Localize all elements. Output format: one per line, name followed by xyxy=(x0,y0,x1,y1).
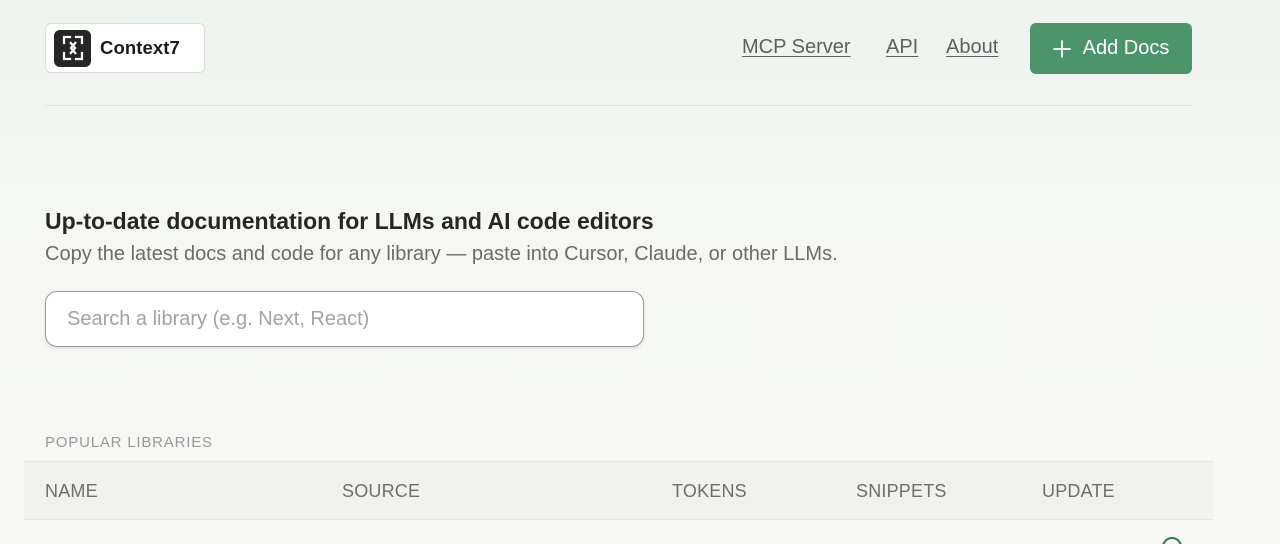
status-circle-icon xyxy=(1162,537,1182,544)
column-header-tokens[interactable]: TOKENS xyxy=(672,481,747,502)
page: Context7 MCP Server API About Add Docs U… xyxy=(0,0,1280,544)
page-subtitle: Copy the latest docs and code for any li… xyxy=(45,243,838,265)
column-header-snippets[interactable]: SNIPPETS xyxy=(856,481,947,502)
section-label-popular-libraries: POPULAR LIBRARIES xyxy=(45,434,213,451)
add-docs-label: Add Docs xyxy=(1082,37,1170,59)
plus-icon xyxy=(1052,39,1071,58)
column-header-update[interactable]: UPDATE xyxy=(1042,481,1115,502)
logo-text: Context7 xyxy=(100,37,180,58)
table-header: NAME SOURCE TOKENS SNIPPETS UPDATE xyxy=(24,461,1213,520)
add-docs-button[interactable]: Add Docs xyxy=(1030,23,1192,74)
header-divider xyxy=(45,105,1192,106)
table-row[interactable] xyxy=(24,520,1213,544)
context7-logo-icon xyxy=(54,29,91,67)
column-header-source[interactable]: SOURCE xyxy=(342,481,420,502)
library-search-input[interactable] xyxy=(45,291,644,347)
nav-link-about[interactable]: About xyxy=(946,36,998,59)
column-header-name[interactable]: NAME xyxy=(45,481,98,502)
nav-link-mcp-server[interactable]: MCP Server xyxy=(742,36,851,59)
nav-link-api[interactable]: API xyxy=(886,36,918,59)
logo-link[interactable]: Context7 xyxy=(45,23,205,73)
page-title: Up-to-date documentation for LLMs and AI… xyxy=(45,208,654,234)
